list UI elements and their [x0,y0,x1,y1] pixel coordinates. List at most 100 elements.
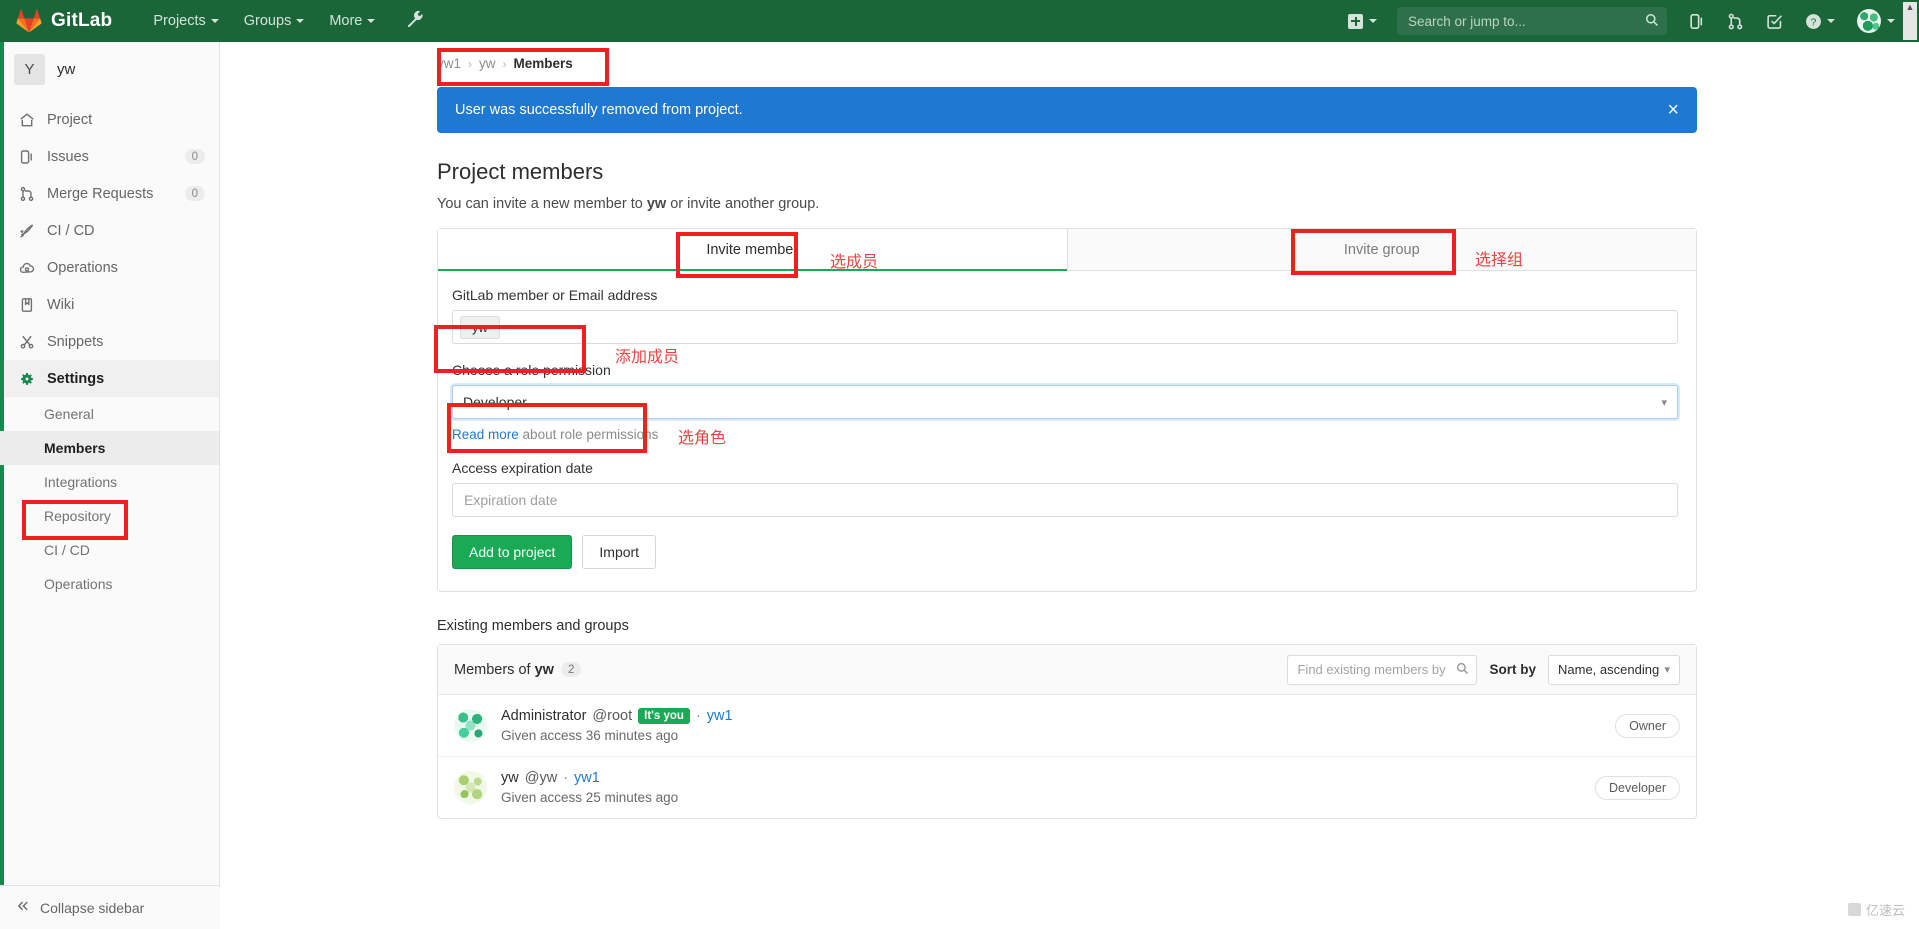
page-title: Project members [437,159,604,184]
member-group-link[interactable]: yw1 [707,708,733,724]
help-icon[interactable]: ? [1795,5,1845,38]
subtitle-pre: You can invite a new member to [437,196,647,212]
subtitle-project: yw [646,196,667,212]
collapse-sidebar-button[interactable]: Collapse sidebar [0,885,220,929]
member-name: yw [501,770,519,786]
nav-item-groups[interactable]: Groups [233,2,316,40]
nav-item-projects[interactable]: Projects [142,2,229,40]
sidebar-subitem-operations[interactable]: Operations [0,567,219,601]
sidebar-subitem-integrations[interactable]: Integrations [0,465,219,499]
chevron-down-icon [367,19,376,23]
user-menu-button[interactable] [1847,1,1905,41]
gitlab-logo-icon [16,9,42,33]
chevron-down-icon [210,19,219,23]
member-token-input[interactable]: yw [452,310,1678,344]
member-group-link[interactable]: yw1 [574,770,600,786]
read-more-link[interactable]: Read more [452,427,519,442]
tab-invite-member[interactable]: Invite member [438,229,1067,271]
separator-dot: · [563,770,569,786]
member-role-badge: Owner [1615,713,1680,738]
nav-item-more[interactable]: More [318,2,386,40]
watermark: 亿速云 [1847,900,1905,919]
sidebar-label-settings: Settings [47,370,105,387]
member-access-text: Given access 36 minutes ago [501,728,679,743]
sidebar-item-operations[interactable]: Operations [0,249,219,286]
chevron-down-icon [1887,19,1895,23]
role-selected-value: Developer [463,394,527,410]
role-field-label: Choose a role permission [452,362,611,378]
tab-invite-group[interactable]: Invite group [1066,229,1696,270]
invite-card: Invite member Invite group GitLab member… [437,228,1697,592]
merge-requests-icon[interactable] [1717,5,1754,38]
rocket-icon [18,222,35,239]
chevron-down-icon [296,19,305,23]
scrollbar-up-arrow[interactable]: ▲ [1903,2,1917,40]
sidebar-item-wiki[interactable]: Wiki [0,286,219,323]
new-dropdown-button[interactable] [1339,7,1386,36]
sidebar-item-issues[interactable]: Issues 0 [0,138,219,175]
role-permission-select[interactable]: Developer ▾ [452,385,1678,419]
book-icon [18,296,35,313]
cloud-gear-icon [18,259,35,276]
members-list-controls: Sort by Name, ascending ▾ [1287,654,1680,685]
breadcrumb-item-project[interactable]: yw [479,56,496,71]
sidebar-item-settings[interactable]: Settings [0,360,219,397]
search-icon [1645,13,1659,30]
todos-icon[interactable] [1756,5,1793,38]
watermark-icon [1847,903,1861,916]
sort-by-value: Name, ascending [1558,662,1660,677]
wrench-icon[interactable] [399,2,432,40]
avatar [454,771,487,804]
project-sidebar: Y yw Project Issues 0 Merge Requests 0 C… [0,42,220,929]
sidebar-label-issues: Issues [47,148,89,165]
member-name: Administrator [501,708,587,724]
read-more-rest: about role permissions [518,427,659,442]
sidebar-subitem-members[interactable]: Members [0,431,219,465]
add-to-project-button[interactable]: Add to project [452,535,573,569]
find-members-input[interactable] [1287,654,1478,685]
expiration-date-input[interactable]: Expiration date [452,483,1678,517]
sidebar-subitem-repository[interactable]: Repository [0,499,219,533]
breadcrumb: yw1 › yw › Members [220,42,1919,81]
member-info: yw @yw · yw1 Given access 25 minutes ago [501,770,678,805]
import-button[interactable]: Import [582,535,657,569]
sidebar-label-ci-cd: CI / CD [47,222,95,239]
sidebar-label-wiki: Wiki [47,296,75,313]
member-access-text: Given access 25 minutes ago [501,790,679,805]
home-icon [18,111,35,128]
sidebar-badge-issues: 0 [184,149,205,164]
collapse-sidebar-label: Collapse sidebar [40,899,145,916]
primary-nav: Projects Groups More [142,2,432,40]
member-role-badge: Developer [1595,775,1680,800]
members-of-title: Members of yw [454,662,554,678]
sidebar-label-snippets: Snippets [47,333,104,350]
member-token[interactable]: yw [460,315,500,339]
member-identity: yw @yw · yw1 [501,770,678,786]
members-list-header: Members of yw 2 Sort by Name, asc [438,645,1696,695]
invite-tabs: Invite member Invite group [438,229,1696,271]
sidebar-item-merge-requests[interactable]: Merge Requests 0 [0,175,219,212]
merge-requests-icon [18,185,35,202]
sidebar-project-header[interactable]: Y yw [0,42,219,99]
expiration-field-label: Access expiration date [452,460,593,476]
existing-members-heading: Existing members and groups [437,618,629,634]
tab-invite-group-label: Invite group [1343,241,1420,258]
sidebar-item-project[interactable]: Project [0,101,219,138]
close-icon[interactable]: × [1667,100,1679,120]
sidebar-item-ci-cd[interactable]: CI / CD [0,212,219,249]
main-content: yw1 › yw › Members User was successfully… [220,42,1919,929]
breadcrumb-item-group[interactable]: yw1 [437,56,461,71]
sidebar-subitem-ci-cd[interactable]: CI / CD [0,533,219,567]
member-username: @root [592,708,633,724]
breadcrumb-separator: › [502,56,507,71]
sidebar-subitem-general[interactable]: General [0,397,219,431]
sidebar-project-name: yw [57,61,76,78]
issues-icon[interactable] [1678,5,1715,38]
gitlab-brand[interactable]: GitLab [16,8,112,34]
sort-by-select[interactable]: Name, ascending ▾ [1548,654,1680,685]
chevron-down-icon [1369,19,1377,23]
sidebar-item-snippets[interactable]: Snippets [0,323,219,360]
search-input[interactable] [1397,7,1667,35]
sidebar-label-project: Project [47,111,93,128]
nav-projects-label: Projects [153,13,206,29]
